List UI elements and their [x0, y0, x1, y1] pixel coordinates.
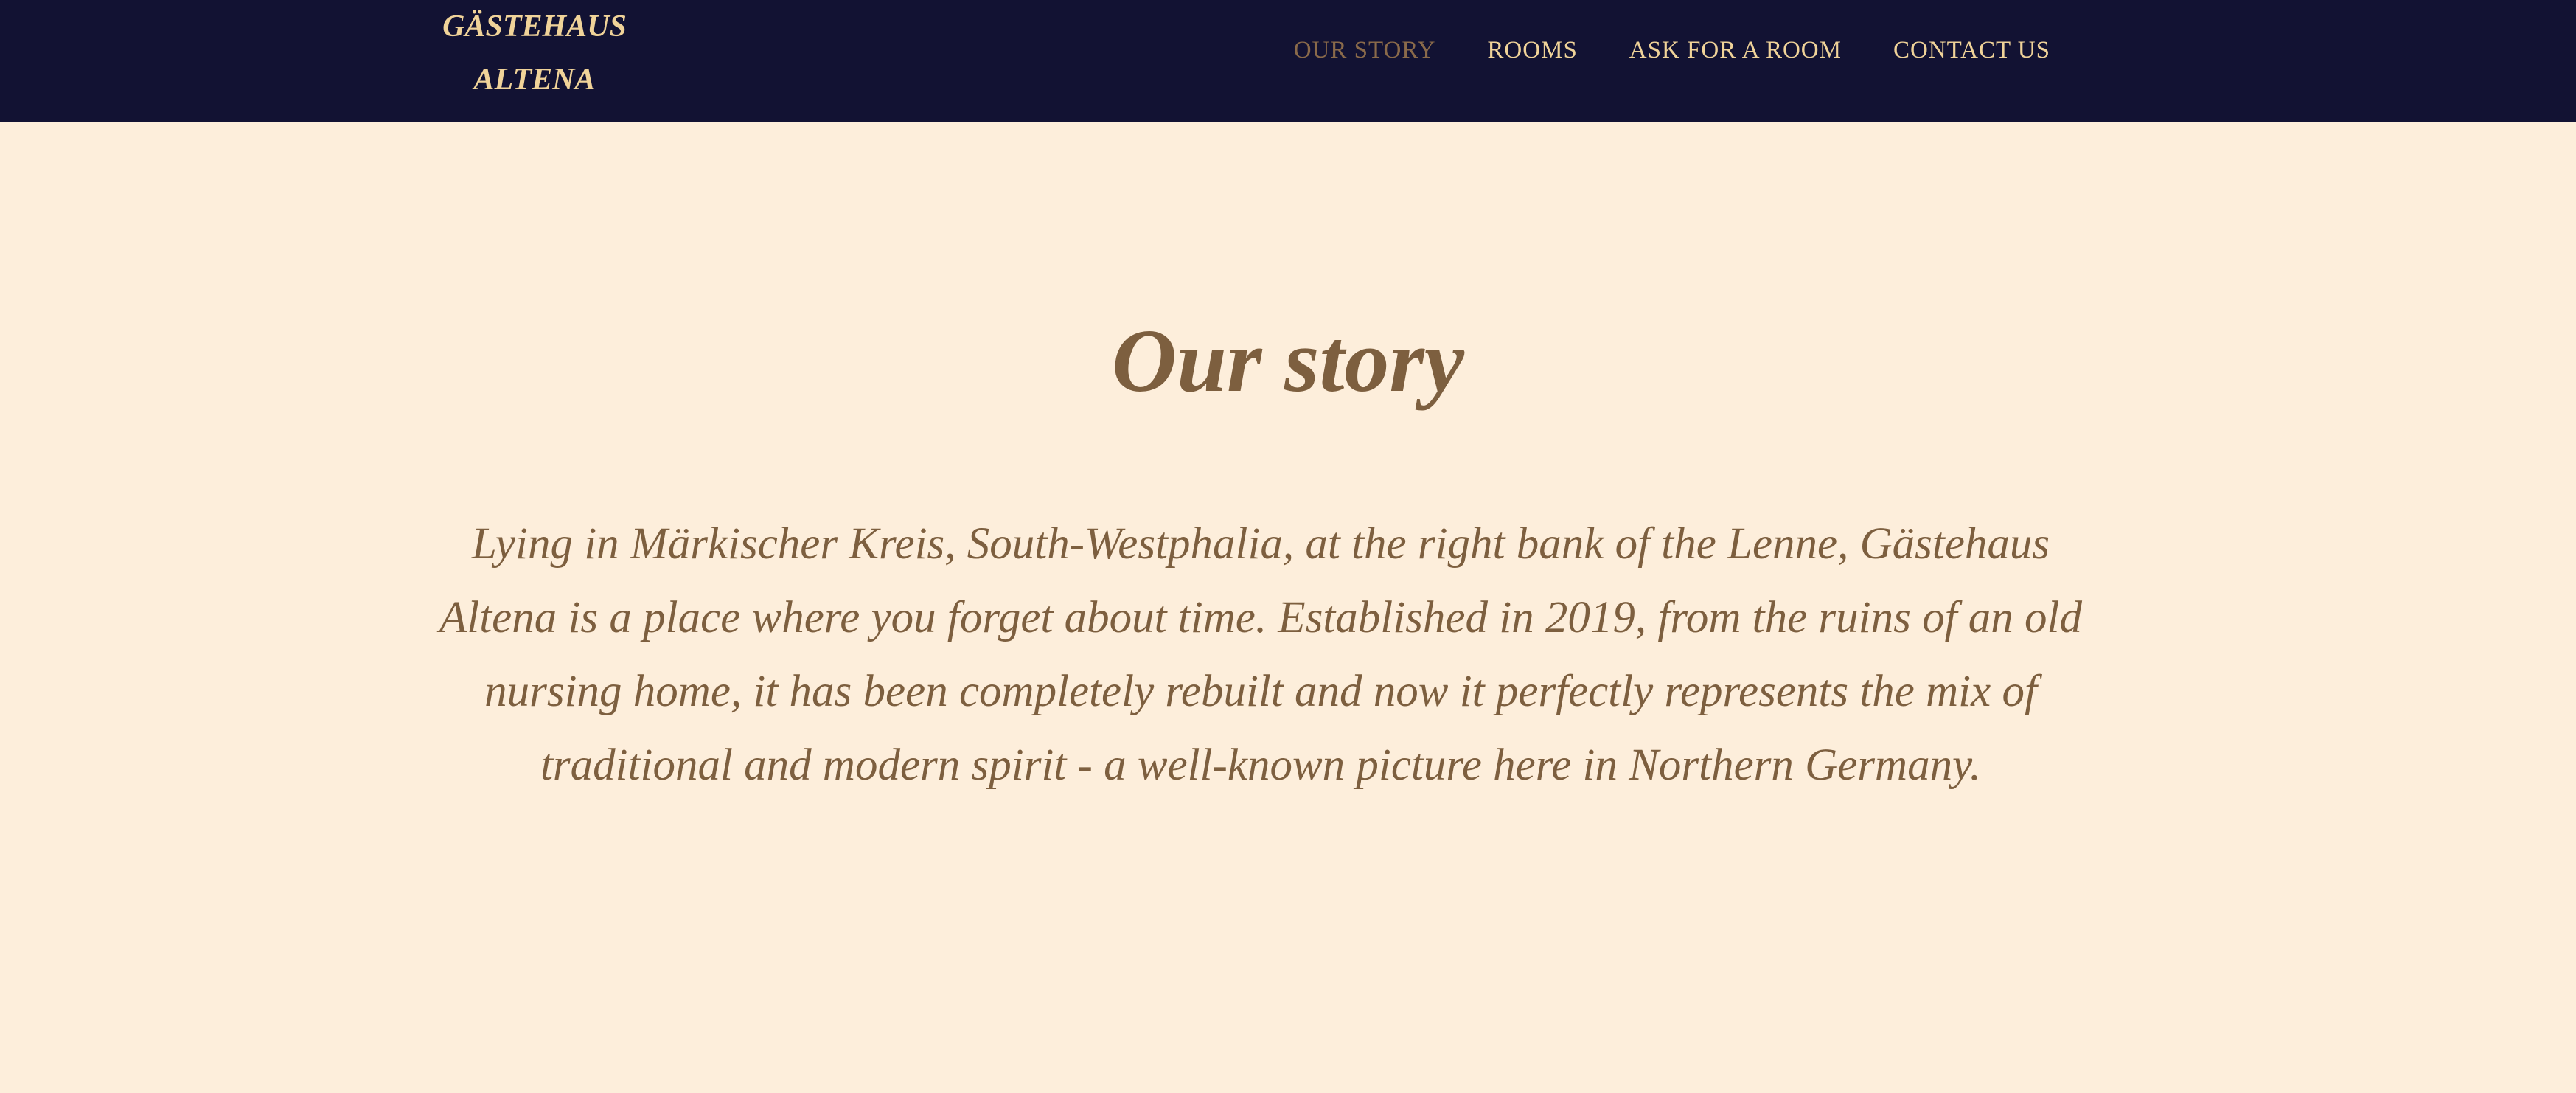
story-text: Lying in Märkischer Kreis, South-Westpha…: [439, 519, 2082, 790]
logo-line-2: ALTENA: [473, 63, 596, 97]
site-header: GÄSTEHAUS ALTENA OUR STORY ROOMS ASK FOR…: [0, 0, 2576, 122]
logo-line-1: GÄSTEHAUS: [442, 10, 627, 44]
nav-rooms[interactable]: ROOMS: [1487, 31, 1577, 69]
nav-ask-for-a-room[interactable]: ASK FOR A ROOM: [1629, 31, 1842, 69]
main-nav: OUR STORY ROOMS ASK FOR A ROOM CONTACT U…: [1294, 31, 2050, 69]
nav-contact-us[interactable]: CONTACT US: [1893, 31, 2050, 69]
page-title: Our story: [1112, 311, 1464, 411]
logo[interactable]: GÄSTEHAUS ALTENA: [413, 0, 656, 106]
nav-our-story[interactable]: OUR STORY: [1294, 31, 1436, 69]
